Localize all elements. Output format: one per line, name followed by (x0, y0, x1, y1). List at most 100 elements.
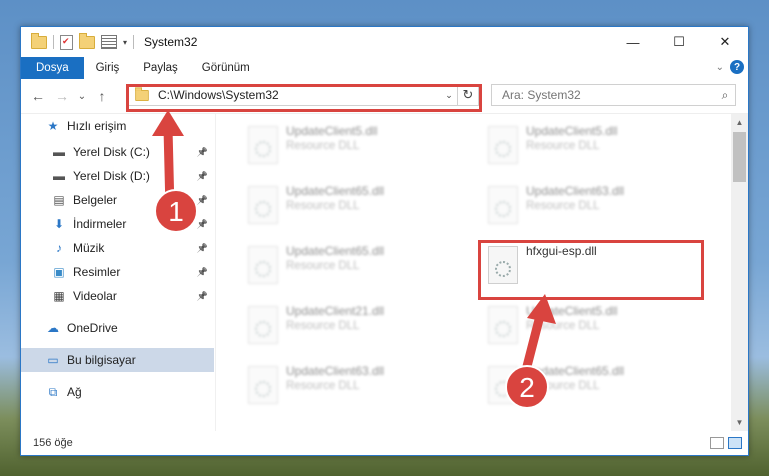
sidebar-item[interactable]: ▣ Resimler 📌 (21, 260, 214, 284)
quick-access-toolbar: ▾ (21, 32, 135, 50)
close-button[interactable]: ✕ (702, 27, 748, 57)
music-icon: ♪ (56, 241, 62, 255)
file-item[interactable]: UpdateClient65.dll Resource DLL (244, 242, 464, 294)
file-description: Resource DLL (286, 320, 360, 332)
help-icon[interactable]: ? (730, 60, 744, 74)
pin-icon[interactable]: 📌 (197, 219, 208, 230)
file-name: UpdateClient5.dll (526, 304, 618, 318)
divider (53, 35, 54, 49)
search-icon[interactable]: ⌕ (715, 88, 735, 103)
sidebar-item[interactable]: ☁ OneDrive (21, 316, 214, 340)
file-item[interactable]: UpdateClient65.dll Resource DLL (484, 362, 704, 414)
customize-dropdown-icon[interactable]: ▾ (123, 38, 127, 47)
tab-view[interactable]: Görünüm (190, 57, 262, 79)
item-count: 156 öğe (33, 437, 73, 449)
sidebar-item[interactable]: ⬇ İndirmeler 📌 (21, 212, 214, 236)
sidebar-item[interactable]: ▦ Videolar 📌 (21, 284, 214, 308)
file-item[interactable]: UpdateClient5.dll Resource DLL (484, 302, 704, 354)
sidebar-item-label: Ağ (67, 385, 82, 399)
sidebar-item-label: Yerel Disk (C:) (73, 145, 150, 159)
download-icon: ⬇ (53, 217, 65, 231)
sidebar-item[interactable]: ▤ Belgeler 📌 (21, 188, 214, 212)
scroll-down-icon[interactable]: ▼ (731, 414, 748, 431)
video-icon: ▦ (53, 289, 65, 303)
sidebar-item[interactable]: ♪ Müzik 📌 (21, 236, 214, 260)
dll-file-icon (248, 246, 278, 284)
file-name: UpdateClient65.dll (526, 364, 625, 378)
dll-file-icon (488, 366, 518, 404)
search-input[interactable] (492, 87, 715, 103)
details-view-icon[interactable] (710, 437, 724, 449)
new-folder-icon[interactable] (79, 32, 95, 49)
sidebar-item-label: Yerel Disk (D:) (73, 169, 150, 183)
large-icons-view-icon[interactable] (728, 437, 742, 449)
document-icon: ▤ (53, 193, 65, 207)
window-title: System32 (144, 35, 198, 49)
file-item[interactable]: UpdateClient65.dll Resource DLL (244, 182, 464, 234)
file-item[interactable]: UpdateClient21.dll Resource DLL (244, 302, 464, 354)
drive-icon: ▬ (53, 145, 65, 159)
tab-home[interactable]: Giriş (84, 57, 132, 79)
pin-icon[interactable]: 📌 (197, 171, 208, 182)
view-icon[interactable] (101, 35, 117, 49)
sidebar-item-label: Videolar (73, 289, 117, 303)
sidebar-item-label: Resimler (73, 265, 121, 279)
sidebar-item[interactable]: ⧉ Ağ (21, 380, 214, 404)
file-description: Resource DLL (526, 380, 600, 392)
properties-icon[interactable] (60, 34, 73, 50)
sidebar-item[interactable]: ★ Hızlı erişim (21, 114, 214, 138)
dll-file-icon (248, 186, 278, 224)
tab-file[interactable]: Dosya (21, 57, 84, 79)
file-name: UpdateClient63.dll (286, 364, 385, 378)
recent-locations-button[interactable]: ⌄ (75, 91, 89, 102)
file-name: UpdateClient21.dll (286, 304, 385, 318)
dll-file-icon (488, 126, 518, 164)
sidebar-item-label: Bu bilgisayar (67, 353, 136, 367)
expand-ribbon-icon[interactable]: ⌄ (716, 62, 724, 73)
file-description: Resource DLL (526, 320, 600, 332)
dll-file-icon (248, 306, 278, 344)
pin-icon[interactable]: 📌 (197, 267, 208, 278)
pin-icon[interactable]: 📌 (197, 291, 208, 302)
file-name: UpdateClient5.dll (526, 124, 618, 138)
file-item[interactable]: UpdateClient5.dll Resource DLL (484, 122, 704, 174)
file-name: UpdateClient63.dll (526, 184, 625, 198)
network-icon: ⧉ (48, 384, 58, 399)
pin-icon[interactable]: 📌 (197, 147, 208, 158)
file-description: Resource DLL (286, 140, 360, 152)
search-box[interactable]: ⌕ (491, 84, 736, 106)
file-highlight (478, 240, 704, 300)
sidebar-item[interactable]: ▭ Bu bilgisayar (21, 348, 214, 372)
file-description: Resource DLL (526, 140, 600, 152)
up-button[interactable]: ↑ (91, 88, 113, 104)
vertical-scrollbar[interactable]: ▲ ▼ (731, 114, 748, 431)
drive-icon: ▬ (53, 169, 65, 183)
back-button[interactable]: ← (27, 88, 49, 104)
scroll-up-icon[interactable]: ▲ (731, 114, 748, 131)
file-name: UpdateClient65.dll (286, 244, 385, 258)
dll-file-icon (248, 126, 278, 164)
navigation-pane: ★ Hızlı erişim ▬ Yerel Disk (C:) 📌 ▬ Yerel Dis… (21, 114, 214, 414)
tab-share[interactable]: Paylaş (131, 57, 190, 79)
star-icon: ★ (47, 119, 59, 133)
cloud-icon: ☁ (47, 321, 59, 335)
sidebar-item-label: Belgeler (73, 193, 118, 207)
pin-icon[interactable]: 📌 (197, 195, 208, 206)
sidebar-item[interactable]: ▬ Yerel Disk (C:) 📌 (21, 140, 214, 164)
file-item[interactable]: UpdateClient63.dll Resource DLL (484, 182, 704, 234)
file-item[interactable]: UpdateClient63.dll Resource DLL (244, 362, 464, 414)
minimize-button[interactable]: — (610, 27, 656, 57)
file-description: Resource DLL (286, 380, 360, 392)
file-description: Resource DLL (286, 260, 360, 272)
status-bar: 156 öğe (21, 431, 748, 455)
sidebar-item-label: Müzik (73, 241, 105, 255)
forward-button[interactable]: → (51, 88, 73, 104)
file-item[interactable]: UpdateClient5.dll Resource DLL (244, 122, 464, 174)
pin-icon[interactable]: 📌 (197, 243, 208, 254)
sidebar-item[interactable]: ▬ Yerel Disk (D:) 📌 (21, 164, 214, 188)
sidebar-item-label: Hızlı erişim (67, 119, 127, 133)
maximize-button[interactable]: ☐ (656, 27, 702, 57)
scrollbar-thumb[interactable] (733, 132, 746, 182)
file-name: UpdateClient5.dll (286, 124, 378, 138)
dll-file-icon (248, 366, 278, 404)
